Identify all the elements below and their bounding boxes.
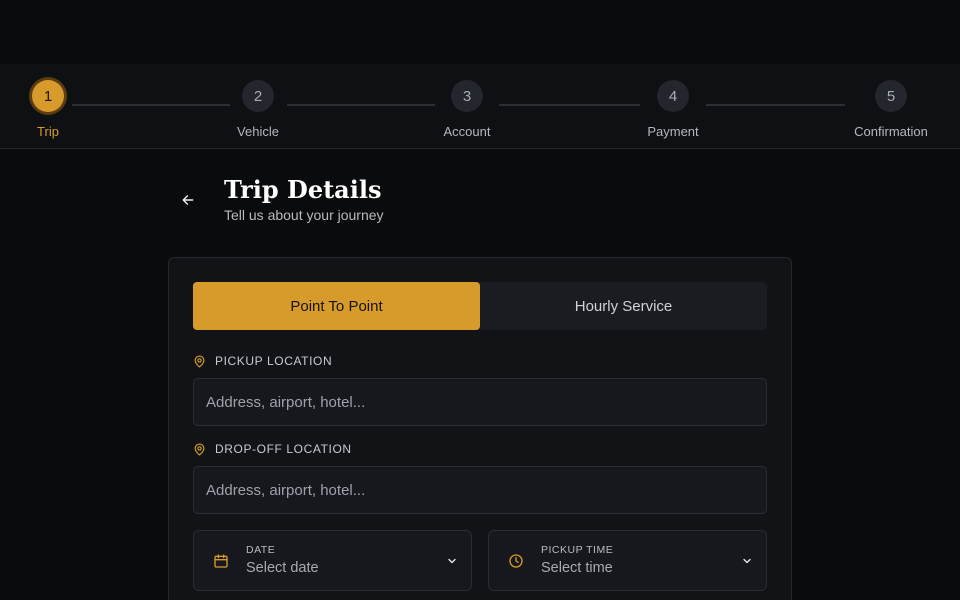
- step-number: 5: [875, 80, 907, 112]
- step-number: 1: [32, 80, 64, 112]
- step-connector: [287, 104, 435, 106]
- page-title: Trip Details: [224, 175, 382, 204]
- tab-point-to-point[interactable]: Point To Point: [193, 282, 480, 330]
- pickup-time-select[interactable]: PICKUP TIME Select time: [488, 530, 767, 591]
- step-label: Vehicle: [237, 124, 279, 139]
- trip-form-card: Point To Point Hourly Service PICKUP LOC…: [168, 257, 792, 600]
- map-pin-icon: [193, 354, 206, 368]
- step-label: Confirmation: [854, 124, 928, 139]
- step-label: Trip: [37, 124, 59, 139]
- chevron-down-icon: [741, 555, 753, 567]
- pickup-location-label: PICKUP LOCATION: [193, 354, 332, 368]
- step-payment[interactable]: 4 Payment: [633, 80, 713, 139]
- service-type-tabs: Point To Point Hourly Service: [193, 282, 767, 330]
- step-connector: [499, 104, 640, 106]
- back-button[interactable]: [176, 188, 200, 212]
- tab-hourly-service[interactable]: Hourly Service: [480, 282, 767, 330]
- date-caption: DATE: [246, 544, 276, 556]
- step-label: Payment: [647, 124, 699, 139]
- dropoff-label-text: DROP-OFF LOCATION: [215, 442, 352, 456]
- pickup-location-input[interactable]: [193, 378, 767, 426]
- clock-icon: [508, 553, 524, 569]
- dropoff-location-input[interactable]: [193, 466, 767, 514]
- calendar-icon: [213, 553, 229, 569]
- pickup-label-text: PICKUP LOCATION: [215, 354, 333, 368]
- map-pin-icon: [193, 442, 206, 456]
- step-number: 3: [451, 80, 483, 112]
- step-connector: [706, 104, 845, 106]
- page-subtitle: Tell us about your journey: [224, 207, 384, 223]
- arrow-left-icon: [182, 195, 194, 205]
- step-connector: [72, 104, 230, 106]
- time-value: Select time: [541, 560, 613, 576]
- date-value: Select date: [246, 560, 319, 576]
- step-confirmation[interactable]: 5 Confirmation: [851, 80, 931, 139]
- time-caption: PICKUP TIME: [541, 544, 614, 556]
- chevron-down-icon: [446, 555, 458, 567]
- progress-stepper: 1 Trip 2 Vehicle 3 Account 4 Payment 5 C…: [0, 64, 960, 149]
- dropoff-location-label: DROP-OFF LOCATION: [193, 442, 352, 456]
- step-number: 2: [242, 80, 274, 112]
- step-number: 4: [657, 80, 689, 112]
- step-account[interactable]: 3 Account: [427, 80, 507, 139]
- step-vehicle[interactable]: 2 Vehicle: [218, 80, 298, 139]
- step-label: Account: [443, 124, 491, 139]
- date-select[interactable]: DATE Select date: [193, 530, 472, 591]
- step-trip[interactable]: 1 Trip: [8, 80, 88, 139]
